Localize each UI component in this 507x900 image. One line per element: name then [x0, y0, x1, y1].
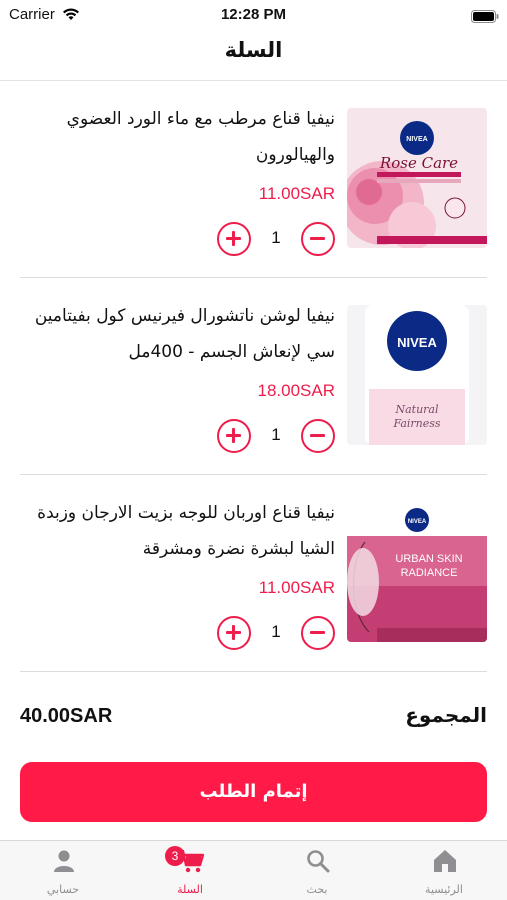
increase-quantity-button[interactable]: [217, 419, 251, 453]
page-title: السلة: [224, 38, 283, 62]
increase-quantity-button[interactable]: [217, 616, 251, 650]
clock: 12:28 PM: [220, 6, 287, 23]
quantity-value: 1: [271, 622, 281, 641]
svg-text:NIVEA: NIVEA: [406, 136, 427, 143]
urban-skin-radiance-mask-image[interactable]: NIVEA URBAN SKIN RADIANCE: [347, 502, 487, 642]
battery-icon: [471, 8, 499, 27]
svg-text:Rose Care: Rose Care: [379, 154, 458, 172]
svg-text:RADIANCE: RADIANCE: [401, 567, 458, 579]
cart-list: NIVEA Rose Care نيفيا قناع مرطب مع ماء ا…: [0, 81, 507, 672]
svg-text:Fairness: Fairness: [392, 417, 440, 430]
quantity-stepper: 1: [217, 222, 335, 256]
tab-label: حسابي: [46, 883, 80, 896]
svg-text:NIVEA: NIVEA: [397, 335, 437, 350]
decrease-quantity-button[interactable]: [301, 419, 335, 453]
total-row: المجموع 40.00SAR: [20, 703, 487, 737]
decrease-quantity-button[interactable]: [301, 222, 335, 256]
cart-item: NIVEA URBAN SKIN RADIANCE نيفيا قناع اور…: [20, 475, 487, 672]
quantity-stepper: 1: [217, 616, 335, 650]
total-label: المجموع: [405, 703, 487, 727]
search-icon: [305, 848, 331, 874]
user-icon: [51, 848, 77, 874]
status-bar: Carrier 12:28 PM: [0, 0, 507, 30]
cart-count-badge: 3: [165, 846, 185, 866]
tab-bar: حسابي 3 السلة بحث الرئيسية: [0, 840, 507, 900]
svg-text:URBAN SKIN: URBAN SKIN: [395, 553, 462, 565]
product-name[interactable]: نيفيا قناع اوربان للوجه بزيت الارجان وزب…: [15, 495, 335, 567]
tab-home[interactable]: الرئيسية: [381, 841, 507, 900]
home-icon: [432, 848, 458, 874]
total-value: 40.00SAR: [20, 705, 113, 727]
decrease-quantity-button[interactable]: [301, 616, 335, 650]
product-name[interactable]: نيفيا لوشن ناتشورال فيرنيس كول بفيتامين …: [15, 298, 335, 370]
tab-label: السلة: [177, 883, 203, 896]
quantity-value: 1: [271, 425, 281, 444]
quantity-value: 1: [271, 228, 281, 247]
product-price: 11.00SAR: [258, 184, 335, 203]
tab-account[interactable]: حسابي: [0, 841, 126, 900]
tab-label: الرئيسية: [425, 883, 463, 896]
checkout-button[interactable]: إتمام الطلب: [20, 762, 487, 822]
tab-search[interactable]: بحث: [254, 841, 380, 900]
natural-fairness-lotion-image[interactable]: NIVEA Natural Fairness: [347, 305, 487, 445]
rose-care-sheet-mask-image[interactable]: NIVEA Rose Care: [347, 108, 487, 248]
quantity-stepper: 1: [217, 419, 335, 453]
product-price: 11.00SAR: [258, 578, 335, 597]
product-price: 18.00SAR: [257, 381, 336, 400]
svg-text:Natural: Natural: [394, 403, 439, 416]
product-name[interactable]: نيفيا قناع مرطب مع ماء الورد العضوي واله…: [15, 101, 335, 173]
tab-cart[interactable]: 3 السلة: [127, 841, 253, 900]
increase-quantity-button[interactable]: [217, 222, 251, 256]
tab-label: بحث: [306, 883, 328, 896]
cart-item: NIVEA Rose Care نيفيا قناع مرطب مع ماء ا…: [20, 81, 487, 278]
cart-item: NIVEA Natural Fairness نيفيا لوشن ناتشور…: [20, 278, 487, 475]
svg-text:NIVEA: NIVEA: [408, 519, 427, 525]
